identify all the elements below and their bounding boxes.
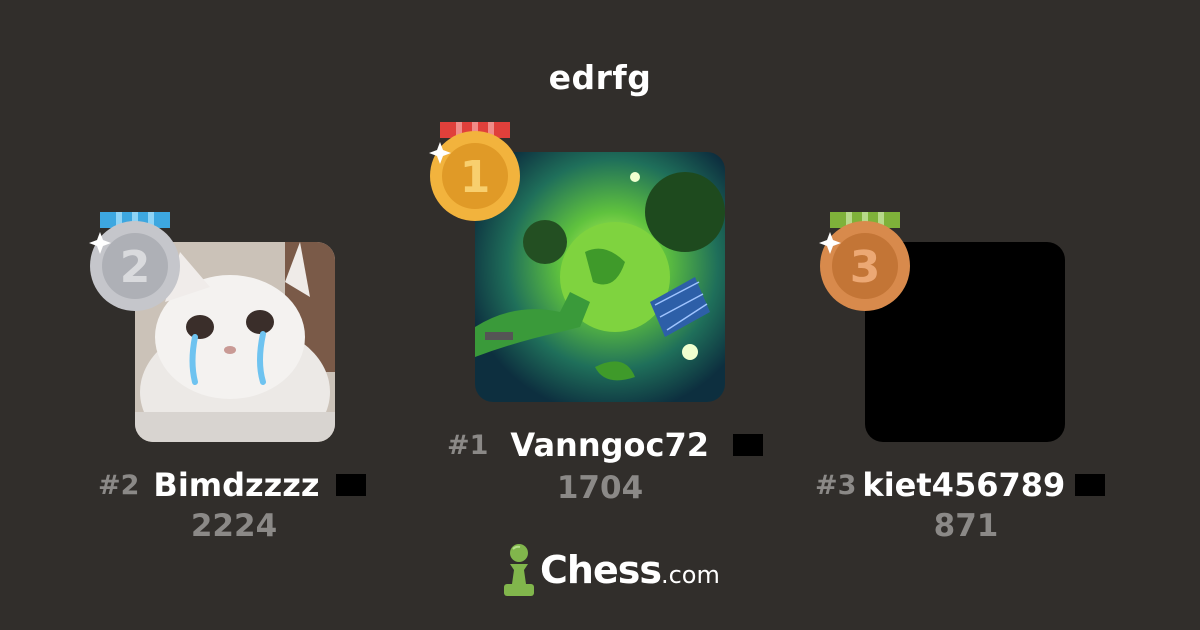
score-value: 1704 (556, 470, 644, 506)
rank-label: #3 (815, 469, 857, 501)
username-link[interactable]: Vanngoc72 (510, 426, 709, 464)
page-title: edrfg (548, 58, 652, 97)
silver-medal-icon: 2 (89, 212, 186, 322)
country-flag-icon (1075, 474, 1106, 496)
gold-medal-icon: 1 (429, 122, 526, 232)
username-link[interactable]: kiet456789 (862, 466, 1065, 504)
rank-label: #1 (447, 429, 489, 461)
username-link[interactable]: Bimdzzzz (153, 466, 319, 504)
pawn-icon (504, 544, 534, 596)
svg-text:2: 2 (120, 242, 151, 293)
svg-text:1: 1 (460, 152, 491, 203)
country-flag-icon (732, 434, 763, 456)
player-row-vanngoc72: #1 Vanngoc72 (447, 426, 763, 464)
player-row-bimdzzzz: #2 Bimdzzzz (98, 466, 366, 504)
chess-com-logo[interactable]: Chess.com (500, 540, 720, 600)
player-row-kiet456789: #3 kiet456789 (815, 466, 1106, 504)
score-value: 871 (933, 508, 999, 544)
logo-wordmark: Chess.com (540, 548, 720, 592)
svg-text:3: 3 (850, 242, 881, 293)
country-flag-icon (335, 474, 366, 496)
score-value: 2224 (190, 508, 278, 544)
rank-label: #2 (98, 469, 140, 501)
bronze-medal-icon: 3 (819, 212, 916, 322)
